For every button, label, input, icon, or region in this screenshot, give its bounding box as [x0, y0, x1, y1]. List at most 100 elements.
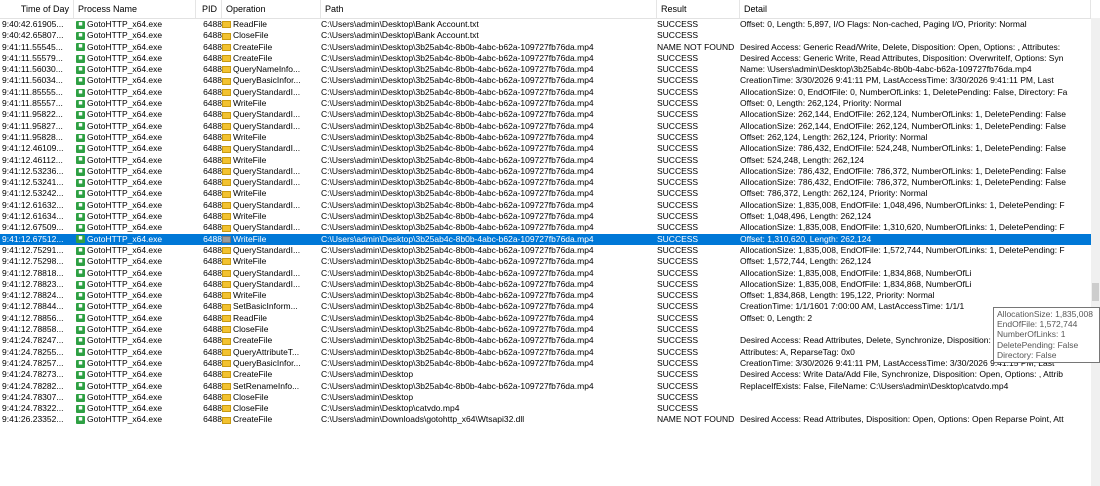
table-row[interactable]: 9:41:12.75291... ■ GotoHTTP_x64.exe 6488 Que… — [0, 245, 1100, 256]
table-row[interactable]: 9:41:24.78247... ■ GotoHTTP_x64.exe 6488 Cre… — [0, 335, 1100, 346]
table-row[interactable]: 9:41:11.95822... ■ GotoHTTP_x64.exe 6488 Que… — [0, 109, 1100, 120]
process-cell: ■ GotoHTTP_x64.exe — [76, 268, 194, 279]
operation-name: WriteFile — [233, 233, 267, 244]
time-cell: 9:41:12.61632... — [2, 199, 64, 210]
table-row[interactable]: 9:41:12.61634... ■ GotoHTTP_x64.exe 6488 Wri… — [0, 211, 1100, 222]
operation-cell: QueryStandardI... — [222, 177, 319, 188]
col-path[interactable]: Path — [321, 0, 657, 18]
process-cell: ■ GotoHTTP_x64.exe — [76, 143, 194, 154]
table-row[interactable]: 9:41:24.78273... ■ GotoHTTP_x64.exe 6488 Cre… — [0, 369, 1100, 380]
table-row[interactable]: 9:41:11.95827... ■ GotoHTTP_x64.exe 6488 Que… — [0, 121, 1100, 132]
col-result[interactable]: Result — [657, 0, 740, 18]
operation-name: QueryStandardI... — [233, 165, 301, 176]
table-row[interactable]: 9:41:12.53242... ■ GotoHTTP_x64.exe 6488 Wri… — [0, 188, 1100, 199]
col-operation[interactable]: Operation — [222, 0, 321, 18]
process-cell: ■ GotoHTTP_x64.exe — [76, 64, 194, 75]
event-grid[interactable]: Time of Day Process Name PID Operation P… — [0, 0, 1100, 486]
table-row[interactable]: 9:41:11.56030... ■ GotoHTTP_x64.exe 6488 Que… — [0, 64, 1100, 75]
operation-cell: WriteFile — [222, 132, 319, 143]
process-cell: ■ GotoHTTP_x64.exe — [76, 121, 194, 132]
table-row[interactable]: 9:41:12.67512... ■ GotoHTTP_x64.exe 6488 Wri… — [0, 233, 1100, 245]
pid-cell: 6488 — [203, 414, 222, 425]
path-cell: C:\Users\admin\Desktop\3b25ab4c-8b0b-4ab… — [321, 199, 594, 210]
process-icon: ■ — [76, 314, 85, 323]
result-cell: SUCCESS — [657, 403, 699, 414]
table-row[interactable]: 9:41:24.78282... ■ GotoHTTP_x64.exe 6488 Set… — [0, 381, 1100, 392]
detail-cell — [740, 403, 1100, 414]
process-icon: ■ — [76, 156, 85, 165]
event-rows: 9:40:42.61905... ■ GotoHTTP_x64.exe 6488 Rea… — [0, 19, 1100, 426]
table-row[interactable]: 9:41:11.55545... ■ GotoHTTP_x64.exe 6488 Cre… — [0, 42, 1100, 53]
table-row[interactable]: 9:41:12.78818... ■ GotoHTTP_x64.exe 6488 Que… — [0, 268, 1100, 279]
result-cell: SUCCESS — [657, 120, 699, 131]
table-row[interactable]: 9:41:12.53236... ■ GotoHTTP_x64.exe 6488 Que… — [0, 166, 1100, 177]
col-detail[interactable]: Detail — [740, 0, 1091, 18]
table-row[interactable]: 9:41:24.78255... ■ GotoHTTP_x64.exe 6488 Que… — [0, 347, 1100, 358]
table-row[interactable]: 9:41:24.78257... ■ GotoHTTP_x64.exe 6488 Que… — [0, 358, 1100, 369]
col-pid[interactable]: PID — [196, 0, 222, 18]
path-cell: C:\Users\admin\Desktop\catvdo.mp4 — [321, 403, 460, 414]
operation-cell: WriteFile — [222, 98, 319, 109]
table-row[interactable]: 9:41:24.78322... ■ GotoHTTP_x64.exe 6488 Clo… — [0, 403, 1100, 414]
pid-cell: 6488 — [203, 52, 222, 63]
vertical-scrollbar[interactable] — [1091, 18, 1100, 486]
process-icon: ■ — [76, 178, 85, 187]
pid-cell: 6488 — [203, 222, 222, 233]
table-row[interactable]: 9:41:12.78823... ■ GotoHTTP_x64.exe 6488 Que… — [0, 279, 1100, 290]
result-cell: SUCCESS — [657, 256, 699, 267]
table-row[interactable]: 9:41:11.55579... ■ GotoHTTP_x64.exe 6488 Cre… — [0, 53, 1100, 64]
time-cell: 9:41:24.78257... — [2, 357, 64, 368]
process-name: GotoHTTP_x64.exe — [87, 324, 163, 335]
table-row[interactable]: 9:41:12.61632... ■ GotoHTTP_x64.exe 6488 Que… — [0, 200, 1100, 211]
table-row[interactable]: 9:40:42.65807... ■ GotoHTTP_x64.exe 6488 Clo… — [0, 30, 1100, 41]
path-cell: C:\Users\admin\Desktop\3b25ab4c-8b0b-4ab… — [321, 75, 594, 86]
path-cell: C:\Users\admin\Desktop\3b25ab4c-8b0b-4ab… — [321, 267, 594, 278]
file-operation-icon — [222, 235, 231, 243]
table-row[interactable]: 9:41:12.78824... ■ GotoHTTP_x64.exe 6488 Wri… — [0, 290, 1100, 301]
process-icon: ■ — [76, 65, 85, 74]
process-cell: ■ GotoHTTP_x64.exe — [76, 234, 194, 245]
pid-cell: 6488 — [203, 64, 222, 75]
col-process-name[interactable]: Process Name — [74, 0, 196, 18]
process-name: GotoHTTP_x64.exe — [87, 414, 163, 425]
path-cell: C:\Users\admin\Desktop\3b25ab4c-8b0b-4ab… — [321, 357, 594, 368]
table-row[interactable]: 9:40:42.61905... ■ GotoHTTP_x64.exe 6488 Rea… — [0, 19, 1100, 30]
table-row[interactable]: 9:41:12.78858... ■ GotoHTTP_x64.exe 6488 Clo… — [0, 324, 1100, 335]
operation-name: WriteFile — [233, 188, 267, 199]
detail-cell: Desired Access: Write Data/Add File, Syn… — [740, 369, 1063, 380]
process-cell: ■ GotoHTTP_x64.exe — [76, 279, 194, 290]
table-row[interactable]: 9:41:11.85555... ■ GotoHTTP_x64.exe 6488 Que… — [0, 87, 1100, 98]
process-icon: ■ — [76, 303, 85, 312]
process-name: GotoHTTP_x64.exe — [87, 109, 163, 120]
pid-cell: 6488 — [203, 75, 222, 86]
operation-name: QueryStandardI... — [233, 120, 301, 131]
col-time-of-day[interactable]: Time of Day — [0, 0, 74, 18]
tooltip-line: AllocationSize: 1,835,008 — [997, 309, 1093, 319]
file-operation-icon — [222, 21, 231, 29]
table-row[interactable]: 9:41:11.56034... ■ GotoHTTP_x64.exe 6488 Que… — [0, 75, 1100, 86]
table-row[interactable]: 9:41:12.78856... ■ GotoHTTP_x64.exe 6488 Rea… — [0, 313, 1100, 324]
table-row[interactable]: 9:41:12.78844... ■ GotoHTTP_x64.exe 6488 Set… — [0, 301, 1100, 312]
operation-cell: QueryStandardI... — [222, 166, 319, 177]
table-row[interactable]: 9:41:12.67509... ■ GotoHTTP_x64.exe 6488 Que… — [0, 222, 1100, 233]
file-operation-icon — [222, 314, 231, 322]
detail-cell: CreationTime: 3/30/2026 9:41:11 PM, Last… — [740, 75, 1054, 86]
scrollbar-thumb[interactable] — [1092, 283, 1099, 301]
pid-cell: 6488 — [203, 267, 222, 278]
table-row[interactable]: 9:41:24.78307... ■ GotoHTTP_x64.exe 6488 Clo… — [0, 392, 1100, 403]
detail-cell: AllocationSize: 262,144, EndOfFile: 262,… — [740, 120, 1067, 131]
time-cell: 9:41:12.78818... — [2, 267, 64, 278]
table-row[interactable]: 9:41:26.23352... ■ GotoHTTP_x64.exe 6488 Cre… — [0, 414, 1100, 425]
process-icon: ■ — [76, 325, 85, 334]
pid-cell: 6488 — [203, 403, 222, 414]
detail-cell: Offset: 0, Length: 262,124, Priority: No… — [740, 98, 902, 109]
result-cell: SUCCESS — [657, 30, 699, 41]
table-row[interactable]: 9:41:12.46109... ■ GotoHTTP_x64.exe 6488 Que… — [0, 143, 1100, 154]
table-row[interactable]: 9:41:11.85557... ■ GotoHTTP_x64.exe 6488 Wri… — [0, 98, 1100, 109]
table-row[interactable]: 9:41:12.75298... ■ GotoHTTP_x64.exe 6488 Wri… — [0, 256, 1100, 267]
table-row[interactable]: 9:41:12.53241... ■ GotoHTTP_x64.exe 6488 Que… — [0, 177, 1100, 188]
table-row[interactable]: 9:41:11.95828... ■ GotoHTTP_x64.exe 6488 Wri… — [0, 132, 1100, 143]
pid-cell: 6488 — [203, 41, 222, 52]
file-operation-icon — [222, 416, 231, 424]
table-row[interactable]: 9:41:12.46112... ■ GotoHTTP_x64.exe 6488 Wri… — [0, 155, 1100, 166]
